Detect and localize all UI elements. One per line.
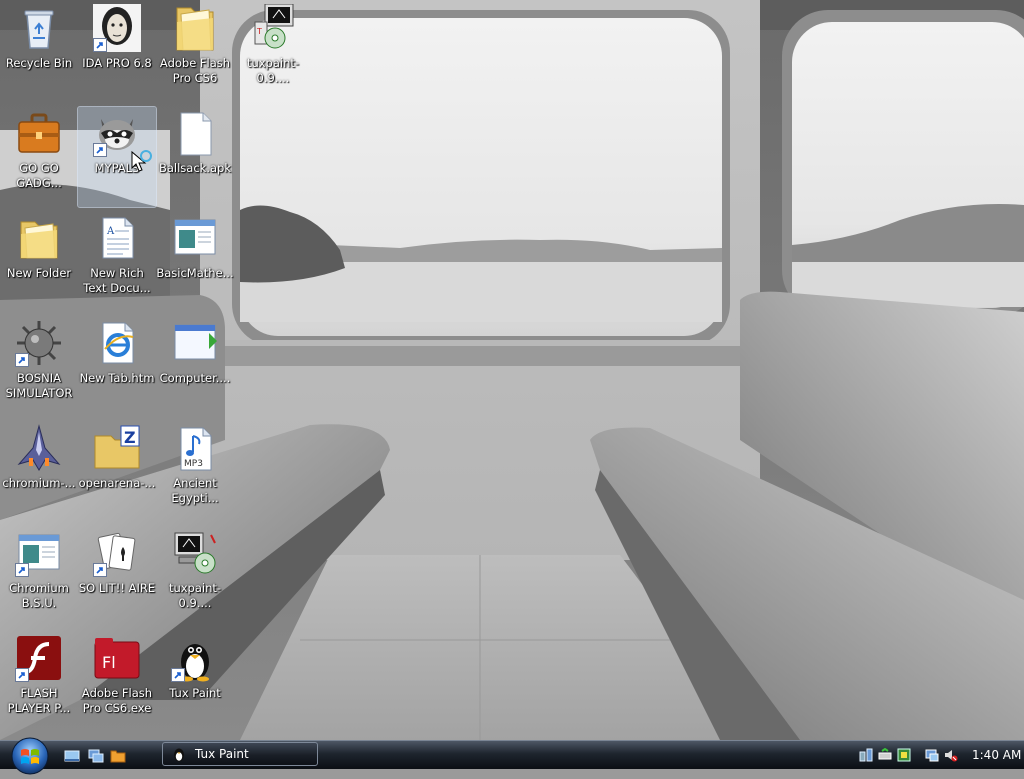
desktop-icon-tux-paint[interactable]: Tux Paint	[156, 632, 234, 732]
icon-label: New Folder	[6, 266, 72, 280]
playing-cards-icon	[93, 529, 141, 577]
show-desktop-icon[interactable]	[64, 748, 80, 764]
tux-penguin-icon	[174, 748, 184, 762]
safely-remove-icon[interactable]	[878, 748, 892, 762]
desktop-icon-adobe-flash-pro-exe[interactable]: Fl Adobe Flash Pro CS6.exe	[78, 632, 156, 732]
rich-text-document-icon: A	[93, 214, 141, 262]
icon-label: Chromium B.S.U.	[9, 581, 69, 610]
volume-muted-icon[interactable]	[944, 748, 958, 762]
desktop-icon-ancient-egypti[interactable]: MP3 Ancient Egypti...	[156, 422, 234, 522]
switch-windows-icon[interactable]	[88, 748, 104, 764]
icon-label: New Rich Text Docu...	[83, 266, 151, 295]
folder-icon	[15, 214, 63, 262]
taskbar-button-label: Tux Paint	[195, 747, 249, 761]
tuxpaint-installer-icon	[171, 529, 219, 577]
desktop-icon-go-go-gadget[interactable]: GO GO GADG...	[0, 107, 78, 207]
desktop-icon-ballsack-apk[interactable]: Ballsack.apk	[156, 107, 234, 207]
html-document-icon	[93, 319, 141, 367]
desktop-icon-chromium-bsu[interactable]: Chromium B.S.U.	[0, 527, 78, 627]
icon-label: GO GO GADG...	[16, 161, 62, 190]
taskbar-button-tux-paint[interactable]: Tux Paint	[162, 742, 318, 766]
tray-app-icon[interactable]	[897, 748, 911, 762]
shortcut-arrow-icon	[171, 668, 185, 682]
shortcut-arrow-icon	[93, 143, 107, 157]
icon-label: BOSNIA SIMULATOR	[5, 371, 73, 400]
icon-label: Recycle Bin	[5, 56, 73, 70]
shortcut-arrow-icon	[93, 563, 107, 577]
icon-label: Tux Paint	[169, 686, 221, 700]
icon-label: SO LIT!! AIRE	[78, 581, 156, 595]
shortcut-arrow-icon	[15, 563, 29, 577]
desktop-icon-new-folder[interactable]: New Folder	[0, 212, 78, 312]
icon-label: IDA PRO 6.8	[82, 56, 152, 70]
recycle-bin-icon	[15, 4, 63, 52]
monitor-network-icon[interactable]	[925, 748, 939, 762]
mp3-file-icon: MP3	[171, 424, 219, 472]
desktop-icon-new-tab-htm[interactable]: New Tab.htm	[78, 317, 156, 417]
desktop-icon-tuxpaint-installer-1[interactable]: T tuxpaint-0.9....	[234, 2, 312, 102]
application-window-icon	[171, 319, 219, 367]
icon-label: Adobe Flash Pro CS6.exe	[81, 686, 153, 715]
desktop-icon-recycle-bin[interactable]: Recycle Bin	[0, 2, 78, 102]
notification-area: 1:40 AM	[854, 741, 1024, 769]
desktop-icon-computer[interactable]: Computer....	[156, 317, 234, 417]
svg-text:A: A	[106, 226, 115, 237]
taskbar: Tux Paint 1:40 AM	[0, 737, 1024, 775]
windows-start-orb-icon[interactable]	[8, 735, 52, 775]
shortcut-arrow-icon	[15, 668, 29, 682]
icon-label: openarena-...	[78, 476, 156, 490]
spaceship-icon	[15, 424, 63, 472]
folder-icon	[171, 4, 219, 52]
tux-penguin-icon	[171, 634, 219, 682]
svg-text:T: T	[256, 27, 262, 36]
icon-label: Ancient Egypti...	[171, 476, 219, 505]
application-window-icon	[15, 529, 63, 577]
ida-pro-icon	[93, 4, 141, 52]
desktop-icon-bosnia-simulator[interactable]: BOSNIA SIMULATOR	[0, 317, 78, 417]
desktop-icon-adobe-flash-pro-folder[interactable]: Adobe Flash Pro CS6	[156, 2, 234, 102]
shortcut-arrow-icon	[15, 353, 29, 367]
desktop-icon-chromium[interactable]: chromium-...	[0, 422, 78, 522]
desktop-icon-new-rich-text-document[interactable]: A New Rich Text Docu...	[78, 212, 156, 312]
desktop-icon-basicmathe[interactable]: BasicMathe...	[156, 212, 234, 312]
desktop-icon-ida-pro[interactable]: IDA PRO 6.8	[78, 2, 156, 102]
desktop-icon-openarena[interactable]: Z openarena-...	[78, 422, 156, 522]
icon-label: chromium-...	[2, 476, 76, 490]
application-window-icon	[171, 214, 219, 262]
zip-folder-icon: Z	[93, 424, 141, 472]
icon-label: Computer....	[159, 371, 231, 385]
svg-text:MP3: MP3	[184, 459, 203, 469]
icon-label: tuxpaint-0.9....	[168, 581, 222, 610]
mouse-cursor-icon	[131, 150, 152, 172]
icon-label: tuxpaint-0.9....	[246, 56, 300, 85]
spiked-mine-icon	[15, 319, 63, 367]
tuxpaint-installer-icon: T	[249, 4, 297, 52]
icon-label: Adobe Flash Pro CS6	[159, 56, 231, 85]
network-icon[interactable]	[859, 748, 873, 762]
flash-player-icon	[15, 634, 63, 682]
icon-label: BasicMathe...	[156, 266, 234, 280]
desktop-icon-flash-player[interactable]: FLASH PLAYER P...	[0, 632, 78, 732]
blank-file-icon	[171, 109, 219, 157]
taskbar-clock[interactable]: 1:40 AM	[972, 748, 1021, 762]
icon-label: New Tab.htm	[79, 371, 155, 385]
explorer-folder-icon[interactable]	[110, 748, 126, 764]
flash-pro-icon: Fl	[93, 634, 141, 682]
svg-text:Fl: Fl	[102, 653, 116, 672]
icon-label: FLASH PLAYER P...	[7, 686, 71, 715]
shortcut-arrow-icon	[93, 38, 107, 52]
briefcase-icon	[15, 109, 63, 157]
desktop-icon-so-lit-aire[interactable]: SO LIT!! AIRE	[78, 527, 156, 627]
icon-label: Ballsack.apk	[158, 161, 231, 175]
svg-text:Z: Z	[124, 428, 136, 447]
desktop-icon-tuxpaint-installer-2[interactable]: tuxpaint-0.9....	[156, 527, 234, 627]
